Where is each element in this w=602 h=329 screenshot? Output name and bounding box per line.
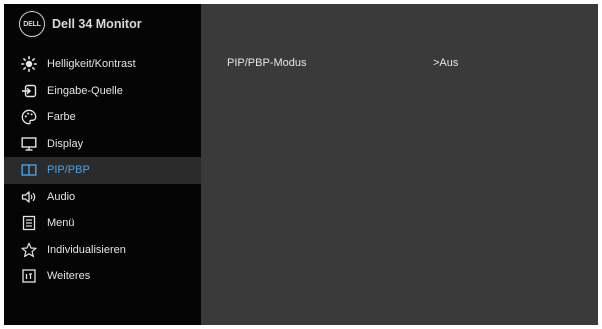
menu-icon: [21, 215, 37, 231]
pip-pbp-icon: [21, 162, 37, 178]
pip-pbp-mode-row[interactable]: PIP/PBP-Modus >Aus: [227, 55, 598, 71]
settings-panel: PIP/PBP-Modus >Aus: [201, 4, 598, 325]
menu-item-label: Display: [47, 137, 84, 150]
menu-item-pip-pbp[interactable]: PIP/PBP: [4, 157, 201, 184]
menu-item-others[interactable]: Weiteres: [4, 263, 201, 290]
menu-item-color[interactable]: Farbe: [4, 104, 201, 131]
menu-item-audio[interactable]: Audio: [4, 184, 201, 211]
display-icon: [21, 136, 37, 152]
input-source-icon: [21, 83, 37, 99]
pip-pbp-mode-value[interactable]: >Aus: [433, 57, 458, 69]
menu-item-label: Menü: [47, 217, 75, 230]
main-menu: Helligkeit/Kontrast Eingabe-Quelle Farbe…: [4, 51, 201, 290]
sidebar: DELL Dell 34 Monitor Helligkeit/Kontrast…: [4, 4, 201, 325]
menu-item-input-source[interactable]: Eingabe-Quelle: [4, 78, 201, 105]
menu-item-display[interactable]: Display: [4, 131, 201, 158]
menu-item-label: Weiteres: [47, 270, 91, 283]
color-icon: [21, 109, 37, 125]
brightness-icon: [21, 56, 37, 73]
menu-item-brightness-contrast[interactable]: Helligkeit/Kontrast: [4, 51, 201, 78]
menu-item-label: Helligkeit/Kontrast: [47, 58, 136, 71]
others-icon: [21, 268, 37, 284]
brand-header: DELL Dell 34 Monitor: [4, 4, 201, 44]
monitor-osd: DELL Dell 34 Monitor Helligkeit/Kontrast…: [4, 4, 598, 325]
menu-item-personalize[interactable]: Individualisieren: [4, 237, 201, 264]
menu-item-label: Eingabe-Quelle: [47, 84, 123, 97]
menu-item-label: Audio: [47, 190, 76, 203]
audio-icon: [21, 189, 37, 205]
menu-item-menu[interactable]: Menü: [4, 210, 201, 237]
dell-logo: DELL: [19, 11, 45, 37]
star-icon: [21, 242, 37, 258]
menu-item-label: Farbe: [47, 111, 76, 124]
menu-item-label: PIP/PBP: [47, 164, 90, 177]
logo-text: DELL: [23, 20, 41, 28]
pip-pbp-mode-label: PIP/PBP-Modus: [227, 57, 307, 69]
monitor-model: Dell 34 Monitor: [52, 17, 142, 31]
menu-item-label: Individualisieren: [47, 243, 126, 256]
